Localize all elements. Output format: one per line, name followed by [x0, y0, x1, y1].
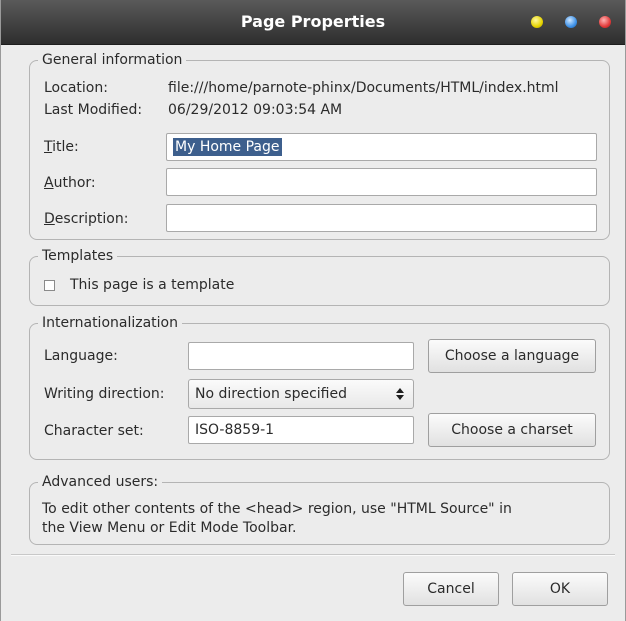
- title-input[interactable]: My Home Page: [166, 133, 597, 161]
- writing-direction-select[interactable]: No direction specified: [188, 379, 414, 409]
- page-properties-dialog: Page Properties General information Loca…: [0, 0, 626, 621]
- advanced-users-text-line2: the View Menu or Edit Mode Toolbar.: [42, 520, 297, 536]
- templates-legend: Templates: [38, 247, 118, 265]
- description-input[interactable]: [166, 204, 597, 232]
- location-value: file:///home/parnote-phinx/Documents/HTM…: [168, 80, 559, 96]
- description-label: Description:: [44, 211, 129, 227]
- writing-direction-label: Writing direction:: [44, 386, 165, 402]
- ok-button[interactable]: OK: [512, 572, 608, 606]
- updown-arrows-icon: [396, 388, 404, 400]
- choose-charset-button[interactable]: Choose a charset: [428, 413, 596, 447]
- character-set-input[interactable]: ISO-8859-1: [188, 416, 414, 444]
- general-information-group: General information Location: file:///ho…: [29, 51, 610, 240]
- author-input[interactable]: [166, 168, 597, 196]
- title-input-value: My Home Page: [173, 138, 282, 156]
- author-label: Author:: [44, 175, 96, 191]
- template-checkbox-label[interactable]: This page is a template: [70, 275, 234, 295]
- last-modified-value: 06/29/2012 09:03:54 AM: [168, 102, 343, 118]
- internationalization-group: Internationalization Language: Choose a …: [29, 314, 610, 460]
- character-set-label: Character set:: [44, 423, 144, 439]
- location-label: Location:: [44, 80, 108, 96]
- template-checkbox[interactable]: [44, 280, 55, 291]
- advanced-users-group: Advanced users: To edit other contents o…: [29, 473, 610, 545]
- last-modified-label: Last Modified:: [44, 102, 143, 118]
- language-label: Language:: [44, 348, 118, 364]
- advanced-users-legend: Advanced users:: [38, 473, 163, 491]
- title-bar[interactable]: Page Properties: [1, 0, 625, 45]
- choose-language-button[interactable]: Choose a language: [428, 339, 596, 373]
- dialog-separator: [11, 554, 615, 556]
- templates-group: Templates This page is a template: [29, 247, 610, 306]
- title-label: Title:: [44, 139, 79, 155]
- advanced-users-text-line1: To edit other contents of the <head> reg…: [42, 501, 512, 517]
- internationalization-legend: Internationalization: [38, 314, 182, 332]
- general-information-legend: General information: [38, 51, 187, 69]
- writing-direction-value: No direction specified: [195, 386, 347, 402]
- maximize-dot-icon[interactable]: [565, 16, 577, 28]
- close-dot-icon[interactable]: [599, 16, 611, 28]
- cancel-button[interactable]: Cancel: [403, 572, 499, 606]
- minimize-dot-icon[interactable]: [531, 16, 543, 28]
- language-input[interactable]: [188, 342, 414, 370]
